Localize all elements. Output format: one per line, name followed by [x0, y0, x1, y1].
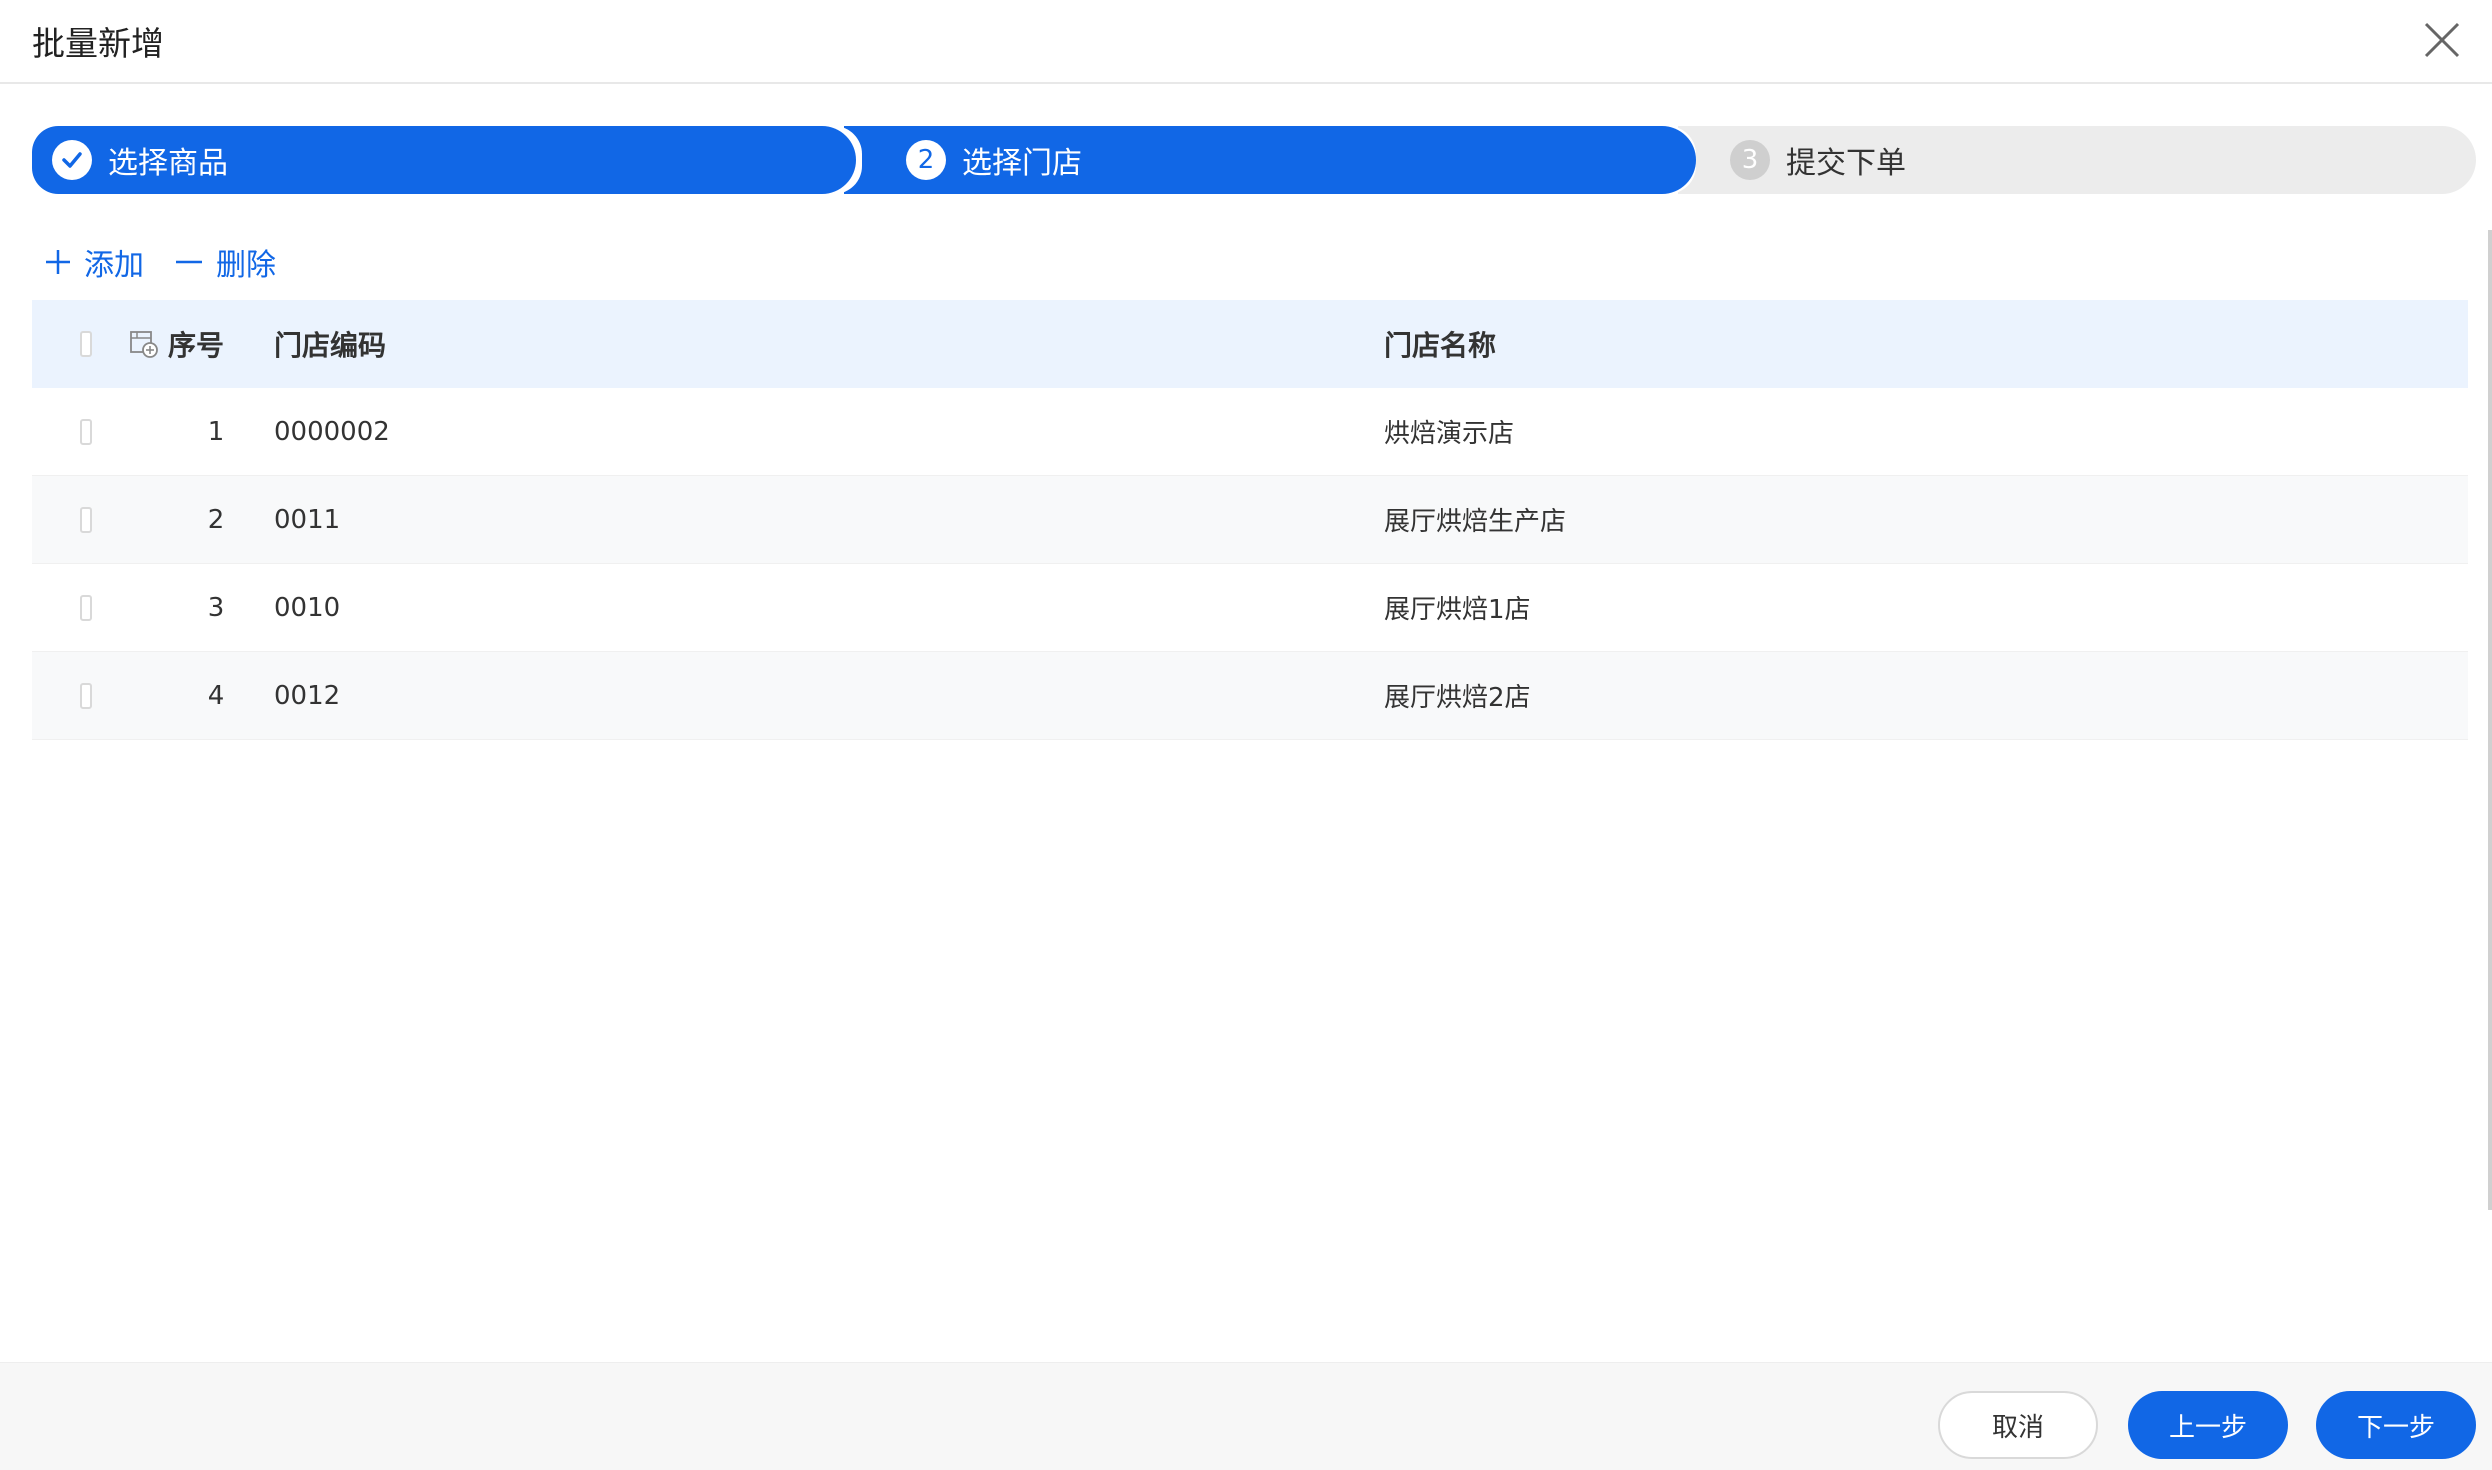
table-header: 序号 门店编码 门店名称 — [32, 300, 2468, 388]
column-header-code: 门店编码 — [274, 329, 387, 362]
table-row[interactable]: 1 0000002 烘焙演示店 — [32, 388, 2468, 476]
add-button[interactable]: 添加 — [44, 240, 144, 284]
row-check-cell — [32, 506, 92, 533]
step-done-badge — [52, 140, 92, 180]
dialog-title: 批量新增 — [32, 24, 164, 63]
delete-button-label: 删除 — [216, 248, 276, 283]
column-header-seq: 序号 — [168, 329, 225, 362]
step-label: 选择商品 — [108, 146, 228, 181]
row-store-name: 展厅烘焙生产店 — [1384, 507, 1567, 537]
row-seq: 3 — [207, 592, 225, 623]
row-seq: 1 — [207, 416, 225, 447]
header-check-cell — [32, 331, 92, 357]
dialog-header: 批量新增 — [0, 0, 2492, 84]
prev-step-button[interactable]: 上一步 — [2128, 1391, 2288, 1459]
table-row[interactable]: 3 0010 展厅烘焙1店 — [32, 564, 2468, 652]
step-number: 3 — [1730, 140, 1770, 180]
add-button-label: 添加 — [84, 248, 144, 283]
plus-icon — [46, 250, 70, 274]
step-select-store: 2 选择门店 — [834, 126, 1696, 194]
row-store-code: 0000002 — [274, 416, 390, 447]
step-submit-order: 3 提交下单 — [1668, 126, 2476, 194]
row-check-cell — [32, 418, 92, 445]
store-table: 序号 门店编码 门店名称 1 0000002 烘焙演示店 2 0011 展厅烘焙… — [32, 300, 2468, 740]
cancel-button[interactable]: 取消 — [1938, 1391, 2098, 1459]
row-checkbox[interactable] — [80, 418, 92, 445]
row-store-code: 0011 — [274, 504, 341, 535]
delete-button[interactable]: 删除 — [174, 240, 276, 284]
table-row[interactable]: 4 0012 展厅烘焙2店 — [32, 652, 2468, 740]
row-checkbox[interactable] — [80, 594, 92, 621]
select-all-checkbox[interactable] — [80, 331, 92, 357]
row-seq: 4 — [207, 680, 225, 711]
row-checkbox[interactable] — [80, 682, 92, 709]
step-label: 选择门店 — [962, 146, 1082, 181]
minus-icon — [176, 260, 202, 264]
column-setting-button[interactable] — [124, 329, 164, 359]
row-store-code: 0010 — [274, 592, 341, 623]
table-toolbar: 添加 删除 — [44, 240, 276, 284]
close-button[interactable] — [2422, 20, 2462, 60]
row-store-name: 展厅烘焙1店 — [1384, 595, 1531, 625]
column-header-name: 门店名称 — [1384, 329, 1497, 362]
row-check-cell — [32, 682, 92, 709]
close-icon — [2424, 22, 2460, 58]
dialog-scrollbar[interactable] — [2488, 230, 2492, 1210]
steps-bar: 选择商品 2 选择门店 3 提交下单 — [32, 126, 2476, 194]
step-number: 2 — [906, 140, 946, 180]
row-checkbox[interactable] — [80, 506, 92, 533]
column-setting-icon — [130, 331, 158, 358]
row-seq: 2 — [207, 504, 225, 535]
check-icon — [62, 152, 82, 168]
table-row[interactable]: 2 0011 展厅烘焙生产店 — [32, 476, 2468, 564]
row-store-code: 0012 — [274, 680, 341, 711]
step-select-goods: 选择商品 — [32, 126, 856, 194]
row-store-name: 展厅烘焙2店 — [1384, 683, 1531, 713]
step-label: 提交下单 — [1786, 146, 1906, 181]
next-step-button[interactable]: 下一步 — [2316, 1391, 2476, 1459]
dialog-footer: 取消 上一步 下一步 — [0, 1362, 2492, 1470]
row-check-cell — [32, 594, 92, 621]
row-store-name: 烘焙演示店 — [1384, 419, 1515, 449]
